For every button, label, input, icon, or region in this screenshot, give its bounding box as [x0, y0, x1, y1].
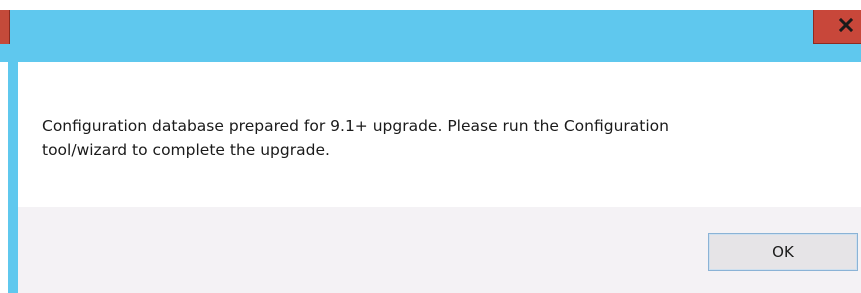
- close-icon: [839, 18, 853, 32]
- close-button[interactable]: [813, 10, 861, 44]
- dialog-titlebar[interactable]: [0, 10, 861, 62]
- message-dialog: Configuration database prepared for 9.1+…: [0, 0, 861, 293]
- dialog-message-line-1: Configuration database prepared for 9.1+…: [42, 117, 669, 135]
- ok-button[interactable]: OK: [708, 233, 858, 271]
- dialog-content: Configuration database prepared for 9.1+…: [18, 62, 861, 207]
- dialog-footer: OK: [18, 207, 861, 293]
- dialog-message: Configuration database prepared for 9.1+…: [42, 114, 812, 162]
- dialog-message-line-2: tool/wizard to complete the upgrade.: [42, 141, 330, 159]
- dialog-left-border: [8, 62, 18, 293]
- background-window-edge: [0, 10, 10, 44]
